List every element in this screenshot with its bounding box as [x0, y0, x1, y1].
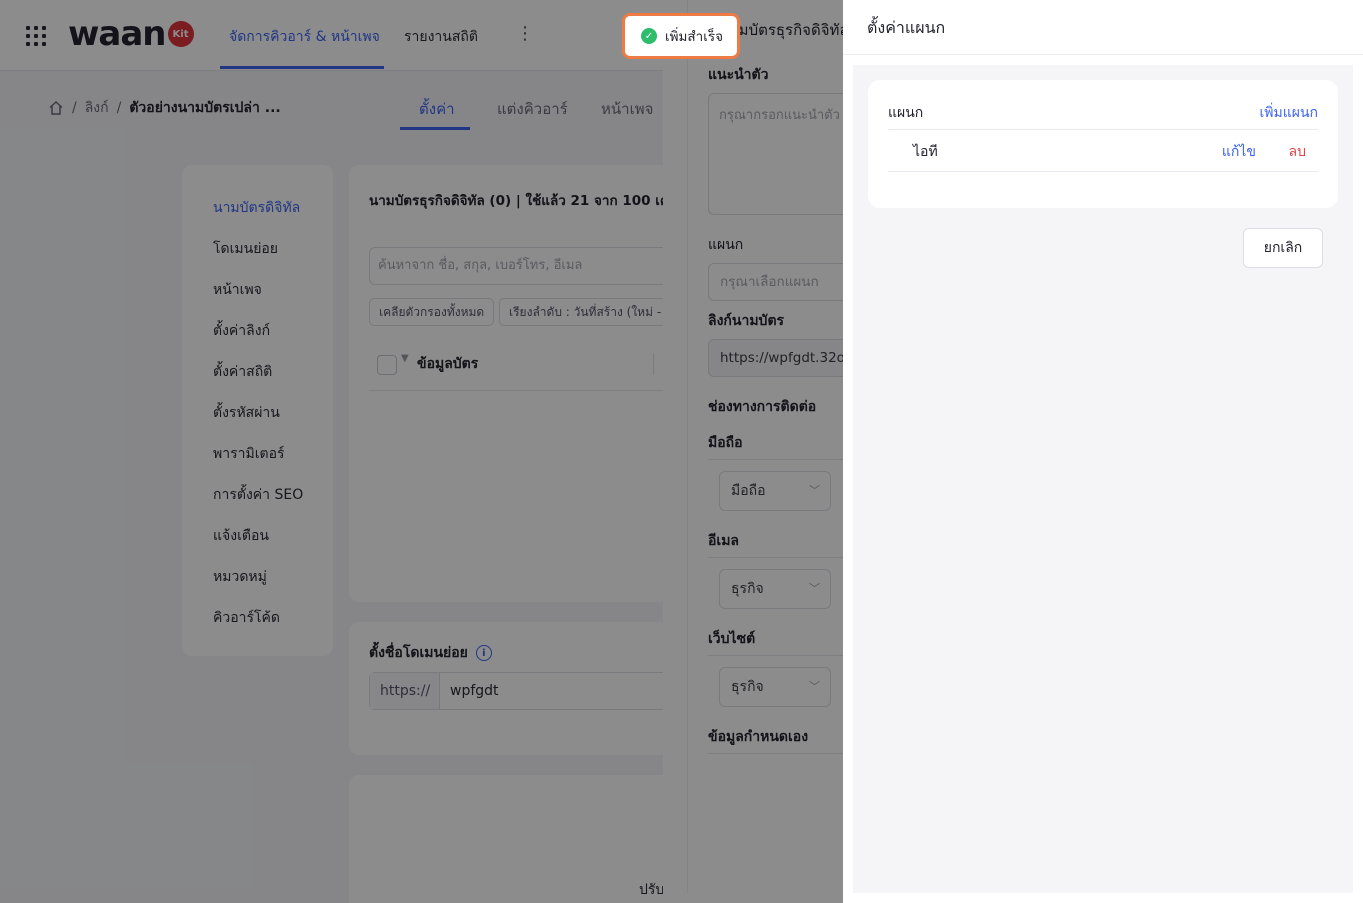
- toast-message: เพิ่มสำเร็จ: [665, 25, 723, 47]
- add-department-link[interactable]: เพิ่มแผนก: [1259, 102, 1318, 124]
- success-toast: ✓ เพิ่มสำเร็จ: [622, 13, 740, 59]
- department-list-card: แผนก เพิ่มแผนก ไอที แก้ไข ลบ: [868, 80, 1338, 208]
- delete-department-link[interactable]: ลบ: [1289, 141, 1306, 163]
- drawer-header: ตั้งค่าแผนก: [843, 0, 1363, 55]
- cancel-button[interactable]: ยกเลิก: [1243, 228, 1323, 268]
- department-row: ไอที แก้ไข ลบ: [888, 130, 1318, 172]
- department-settings-drawer: ตั้งค่าแผนก แผนก เพิ่มแผนก ไอที แก้ไข ลบ…: [843, 0, 1363, 903]
- edit-department-link[interactable]: แก้ไข: [1222, 141, 1256, 163]
- card-form-drawer: นามบัตรธุรกิจดิจิทัล แนะนำตัว กรุณากรอกแ…: [663, 0, 843, 903]
- department-list-header: แผนก เพิ่มแผนก: [888, 100, 1318, 130]
- drawer-backdrop[interactable]: [663, 0, 843, 903]
- drawer-body: แผนก เพิ่มแผนก ไอที แก้ไข ลบ ยกเลิก: [853, 65, 1353, 893]
- department-column-label: แผนก: [888, 102, 923, 124]
- check-circle-icon: ✓: [641, 28, 657, 44]
- department-name: ไอที: [913, 141, 938, 163]
- drawer-title: ตั้งค่าแผนก: [867, 16, 945, 41]
